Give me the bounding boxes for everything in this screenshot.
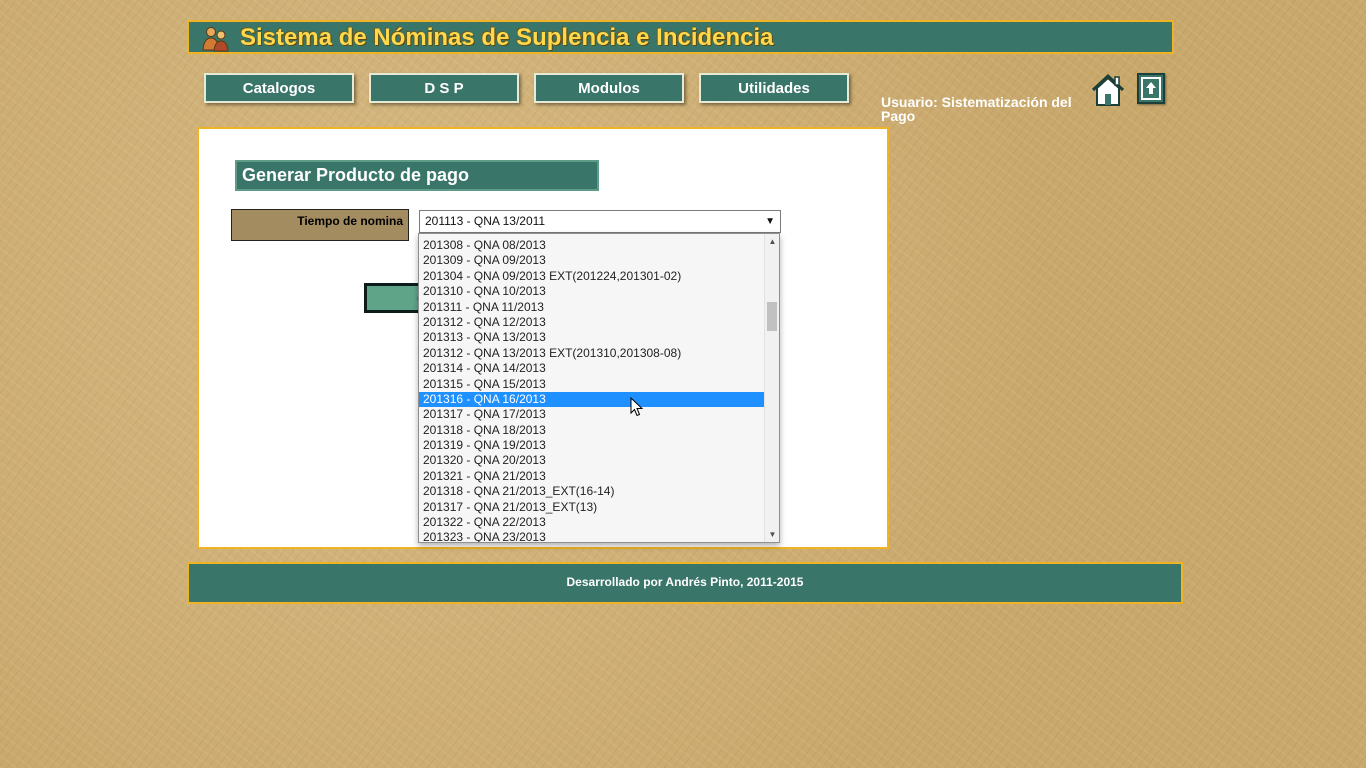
dropdown-option[interactable]: 201309 - QNA 09/2013 [419,253,765,268]
scroll-down-icon[interactable]: ▼ [765,527,779,542]
dropdown-option[interactable]: 201318 - QNA 18/2013 [419,423,765,438]
nav-button-dsp[interactable]: D S P [369,73,519,103]
dropdown-option[interactable]: 201317 - QNA 21/2013_EXT(13) [419,500,765,515]
header-bar: Sistema de Nóminas de Suplencia e Incide… [187,20,1174,54]
dropdown-option[interactable]: 201319 - QNA 19/2013 [419,438,765,453]
section-title: Generar Producto de pago [235,160,599,191]
dropdown-option[interactable]: 201310 - QNA 10/2013 [419,284,765,299]
exit-arrow-icon [1141,77,1161,100]
dropdown-option[interactable]: 201320 - QNA 20/2013 [419,453,765,468]
nav-button-utilidades[interactable]: Utilidades [699,73,849,103]
dropdown-option[interactable]: 201312 - QNA 12/2013 [419,315,765,330]
dropdown-option[interactable]: 201314 - QNA 14/2013 [419,361,765,376]
tiempo-nomina-select[interactable]: 201113 - QNA 13/2011 ▼ [419,210,781,233]
nav-button-catalogos[interactable]: Catalogos [204,73,354,103]
dropdown-option[interactable]: 201315 - QNA 15/2013 [419,377,765,392]
user-label: Usuario: Sistematización del Pago [881,94,1072,124]
exit-icon[interactable] [1137,73,1165,104]
dropdown-list[interactable]: 201308 - QNA 08/2013 201309 - QNA 09/2013… [418,233,780,543]
footer-bar: Desarrollado por Andrés Pinto, 2011-2015 [187,562,1183,604]
tiempo-nomina-label: Tiempo de nomina [231,209,409,241]
nav-button-modulos[interactable]: Modulos [534,73,684,103]
dropdown-option[interactable]: 201322 - QNA 22/2013 [419,515,765,530]
dropdown-option[interactable]: 201312 - QNA 13/2013 EXT(201310,201308-0… [419,346,765,361]
dropdown-option[interactable]: 201311 - QNA 11/2013 [419,300,765,315]
users-icon [202,27,229,52]
dropdown-option[interactable]: 201317 - QNA 17/2013 [419,407,765,422]
scroll-up-icon[interactable]: ▲ [765,234,779,249]
dropdown-option[interactable]: 201323 - QNA 23/2013 [419,530,765,542]
dropdown-option[interactable]: 201308 - QNA 08/2013 [419,238,765,253]
dropdown-option[interactable]: 201304 - QNA 09/2013 EXT(201224,201301-0… [419,269,765,284]
home-icon[interactable] [1089,71,1127,109]
footer-text: Desarrollado por Andrés Pinto, 2011-2015 [566,575,804,589]
dropdown-option[interactable]: 201313 - QNA 13/2013 [419,330,765,345]
app-title: Sistema de Nóminas de Suplencia e Incide… [240,24,774,51]
scrollbar[interactable]: ▲ ▼ [764,234,779,542]
dropdown-option[interactable]: 201316 - QNA 16/2013 [419,391,765,408]
select-value: 201113 - QNA 13/2011 [425,214,546,228]
dropdown-options: 201308 - QNA 08/2013 201309 - QNA 09/2013… [419,238,765,542]
scroll-thumb[interactable] [767,302,777,331]
chevron-down-icon: ▼ [765,216,775,227]
dropdown-option[interactable]: 201321 - QNA 21/2013 [419,469,765,484]
dropdown-option[interactable]: 201318 - QNA 21/2013_EXT(16-14) [419,484,765,499]
